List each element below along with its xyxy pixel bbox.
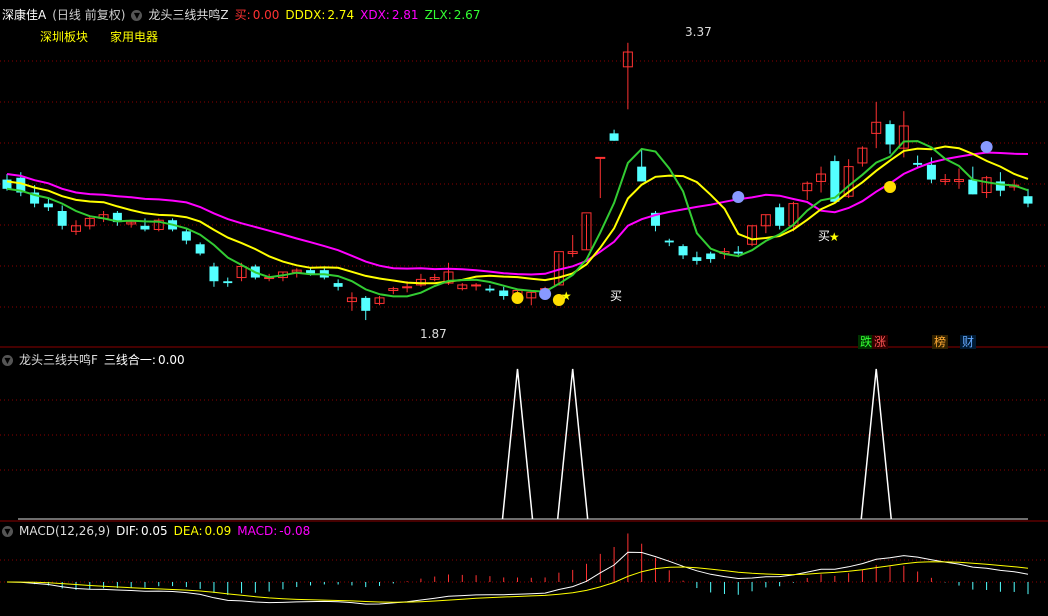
candle-body	[181, 231, 191, 241]
candle-body	[637, 166, 647, 182]
candle-body	[333, 283, 343, 287]
candle-body	[995, 181, 1005, 191]
candle-body	[692, 257, 702, 261]
sub1-dropdown-icon[interactable]: ▼	[2, 355, 13, 366]
macd-header: ▼ MACD(12,26,9) DIF: 0.05 DEA: 0.09 MACD: -0.08	[2, 522, 316, 540]
sub1-header: ▼ 龙头三线共鸣F 三线合一: 0.00	[2, 351, 191, 369]
indicator-name[interactable]: 龙头三线共鸣Z	[148, 8, 228, 22]
candle-body	[361, 297, 371, 311]
candle-body	[471, 284, 482, 287]
zlx-value: 2.67	[453, 8, 481, 22]
candle-body	[485, 288, 495, 291]
xdx-label: XDX:	[360, 8, 390, 22]
candle-body	[733, 251, 743, 254]
smiley-icon	[884, 181, 897, 193]
smiley-icon	[511, 292, 524, 304]
macd-dea-label: DEA:	[173, 524, 203, 538]
ma-line-yellow	[6, 145, 1029, 285]
macd-dif-label: DIF:	[116, 524, 139, 538]
macd-dropdown-icon[interactable]: ▼	[2, 526, 13, 537]
candle-body	[140, 225, 150, 230]
candle-body	[706, 253, 716, 260]
stock-name[interactable]: 深康佳A	[2, 8, 46, 22]
signal-spike	[501, 368, 534, 520]
sub1-title[interactable]: 龙头三线共鸣F	[19, 353, 98, 367]
candle-body	[43, 203, 53, 208]
sub1-signal-label: 三线合一:	[103, 353, 156, 367]
macd-value-label: MACD:	[237, 524, 278, 538]
candle-body	[209, 266, 219, 282]
candle-body	[57, 211, 67, 226]
candle-body	[402, 286, 413, 289]
tag-zhang[interactable]: 涨	[872, 335, 889, 349]
dddx-label: DDDX:	[285, 8, 326, 22]
macd-dea-value: 0.09	[204, 524, 232, 538]
candle-body	[926, 164, 936, 180]
candle-body	[609, 133, 619, 141]
xdx-value: 2.81	[391, 8, 419, 22]
candle-body	[913, 162, 923, 165]
candle-body	[499, 290, 509, 297]
sub1-signal-value: 0.00	[157, 353, 185, 367]
tag-bang[interactable]: 榜	[932, 335, 949, 349]
low-price-label: 1.87	[420, 327, 447, 341]
tag-cai[interactable]: 财	[960, 335, 977, 349]
candle-body	[1023, 196, 1033, 204]
high-price-label: 3.37	[685, 25, 712, 39]
sad-face-icon	[980, 141, 993, 153]
sad-face-icon	[732, 191, 745, 203]
buy-marker-label-2: 买	[818, 229, 831, 243]
macd-dif-value: 0.05	[140, 524, 168, 538]
signal-spike	[556, 368, 589, 520]
period-label[interactable]: (日线 前复权)	[52, 8, 125, 22]
star-icon: ★	[561, 289, 572, 303]
zlx-label: ZLX:	[424, 8, 452, 22]
buy-marker-label-1: 买	[610, 289, 623, 303]
macd-value: -0.08	[279, 524, 311, 538]
candle-body	[664, 240, 674, 243]
indicator-dropdown-icon[interactable]: ▼	[131, 10, 143, 21]
main-header: 深康佳A (日线 前复权) ▼ 龙头三线共鸣Z 买: 0.00 DDDX: 2.74 XDX: 2…	[2, 6, 486, 24]
sector-tag-appliance[interactable]: 家用电器	[108, 30, 160, 44]
buy-value: 0.00	[252, 8, 280, 22]
candle-body	[223, 281, 233, 284]
macd-title[interactable]: MACD(12,26,9)	[19, 524, 110, 538]
candle-body	[595, 156, 606, 159]
candle-body	[678, 246, 688, 256]
candle-body	[968, 179, 978, 195]
sector-tag-shenzhen[interactable]: 深圳板块	[38, 30, 90, 44]
sad-face-icon	[539, 288, 552, 300]
signal-spike	[860, 368, 892, 520]
candle-body	[195, 244, 205, 254]
dddx-value: 2.74	[327, 8, 355, 22]
buy-label: 买:	[234, 8, 251, 22]
candle-body	[775, 207, 785, 226]
candle-body	[885, 124, 895, 145]
